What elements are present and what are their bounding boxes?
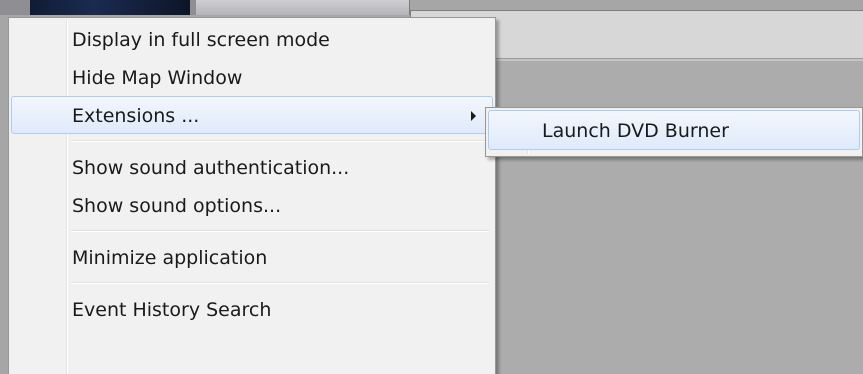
menu-item-show-sound-authentication[interactable]: Show sound authentication... [11, 148, 493, 186]
menu-item-label: Show sound authentication... [72, 157, 350, 179]
menu-item-event-history-search[interactable]: Event History Search [11, 290, 493, 328]
menu-item-launch-dvd-burner[interactable]: Launch DVD Burner [488, 110, 860, 150]
menu-item-extensions[interactable]: Extensions ... [11, 96, 493, 134]
menu-separator [11, 276, 493, 290]
menu-item-display-full-screen[interactable]: Display in full screen mode [11, 20, 493, 58]
submenu-arrow-icon [471, 111, 476, 121]
background-image-thumbnail [30, 0, 190, 15]
menu-item-label: Minimize application [72, 247, 268, 269]
menu-item-label: Event History Search [72, 299, 272, 321]
menu-item-label: Show sound options... [72, 195, 282, 217]
menu-item-hide-map-window[interactable]: Hide Map Window [11, 58, 493, 96]
background-panel-strip [196, 0, 410, 15]
menu-item-label: Hide Map Window [72, 67, 243, 89]
menu-separator [11, 134, 493, 148]
menu-item-show-sound-options[interactable]: Show sound options... [11, 186, 493, 224]
context-menu: Display in full screen mode Hide Map Win… [8, 17, 496, 374]
menu-item-label: Display in full screen mode [72, 29, 330, 51]
menu-separator [11, 224, 493, 238]
extensions-submenu: Launch DVD Burner [485, 107, 863, 157]
menu-item-label: Extensions ... [72, 105, 200, 127]
menu-item-minimize-application[interactable]: Minimize application [11, 238, 493, 276]
menu-item-label: Launch DVD Burner [542, 120, 729, 142]
